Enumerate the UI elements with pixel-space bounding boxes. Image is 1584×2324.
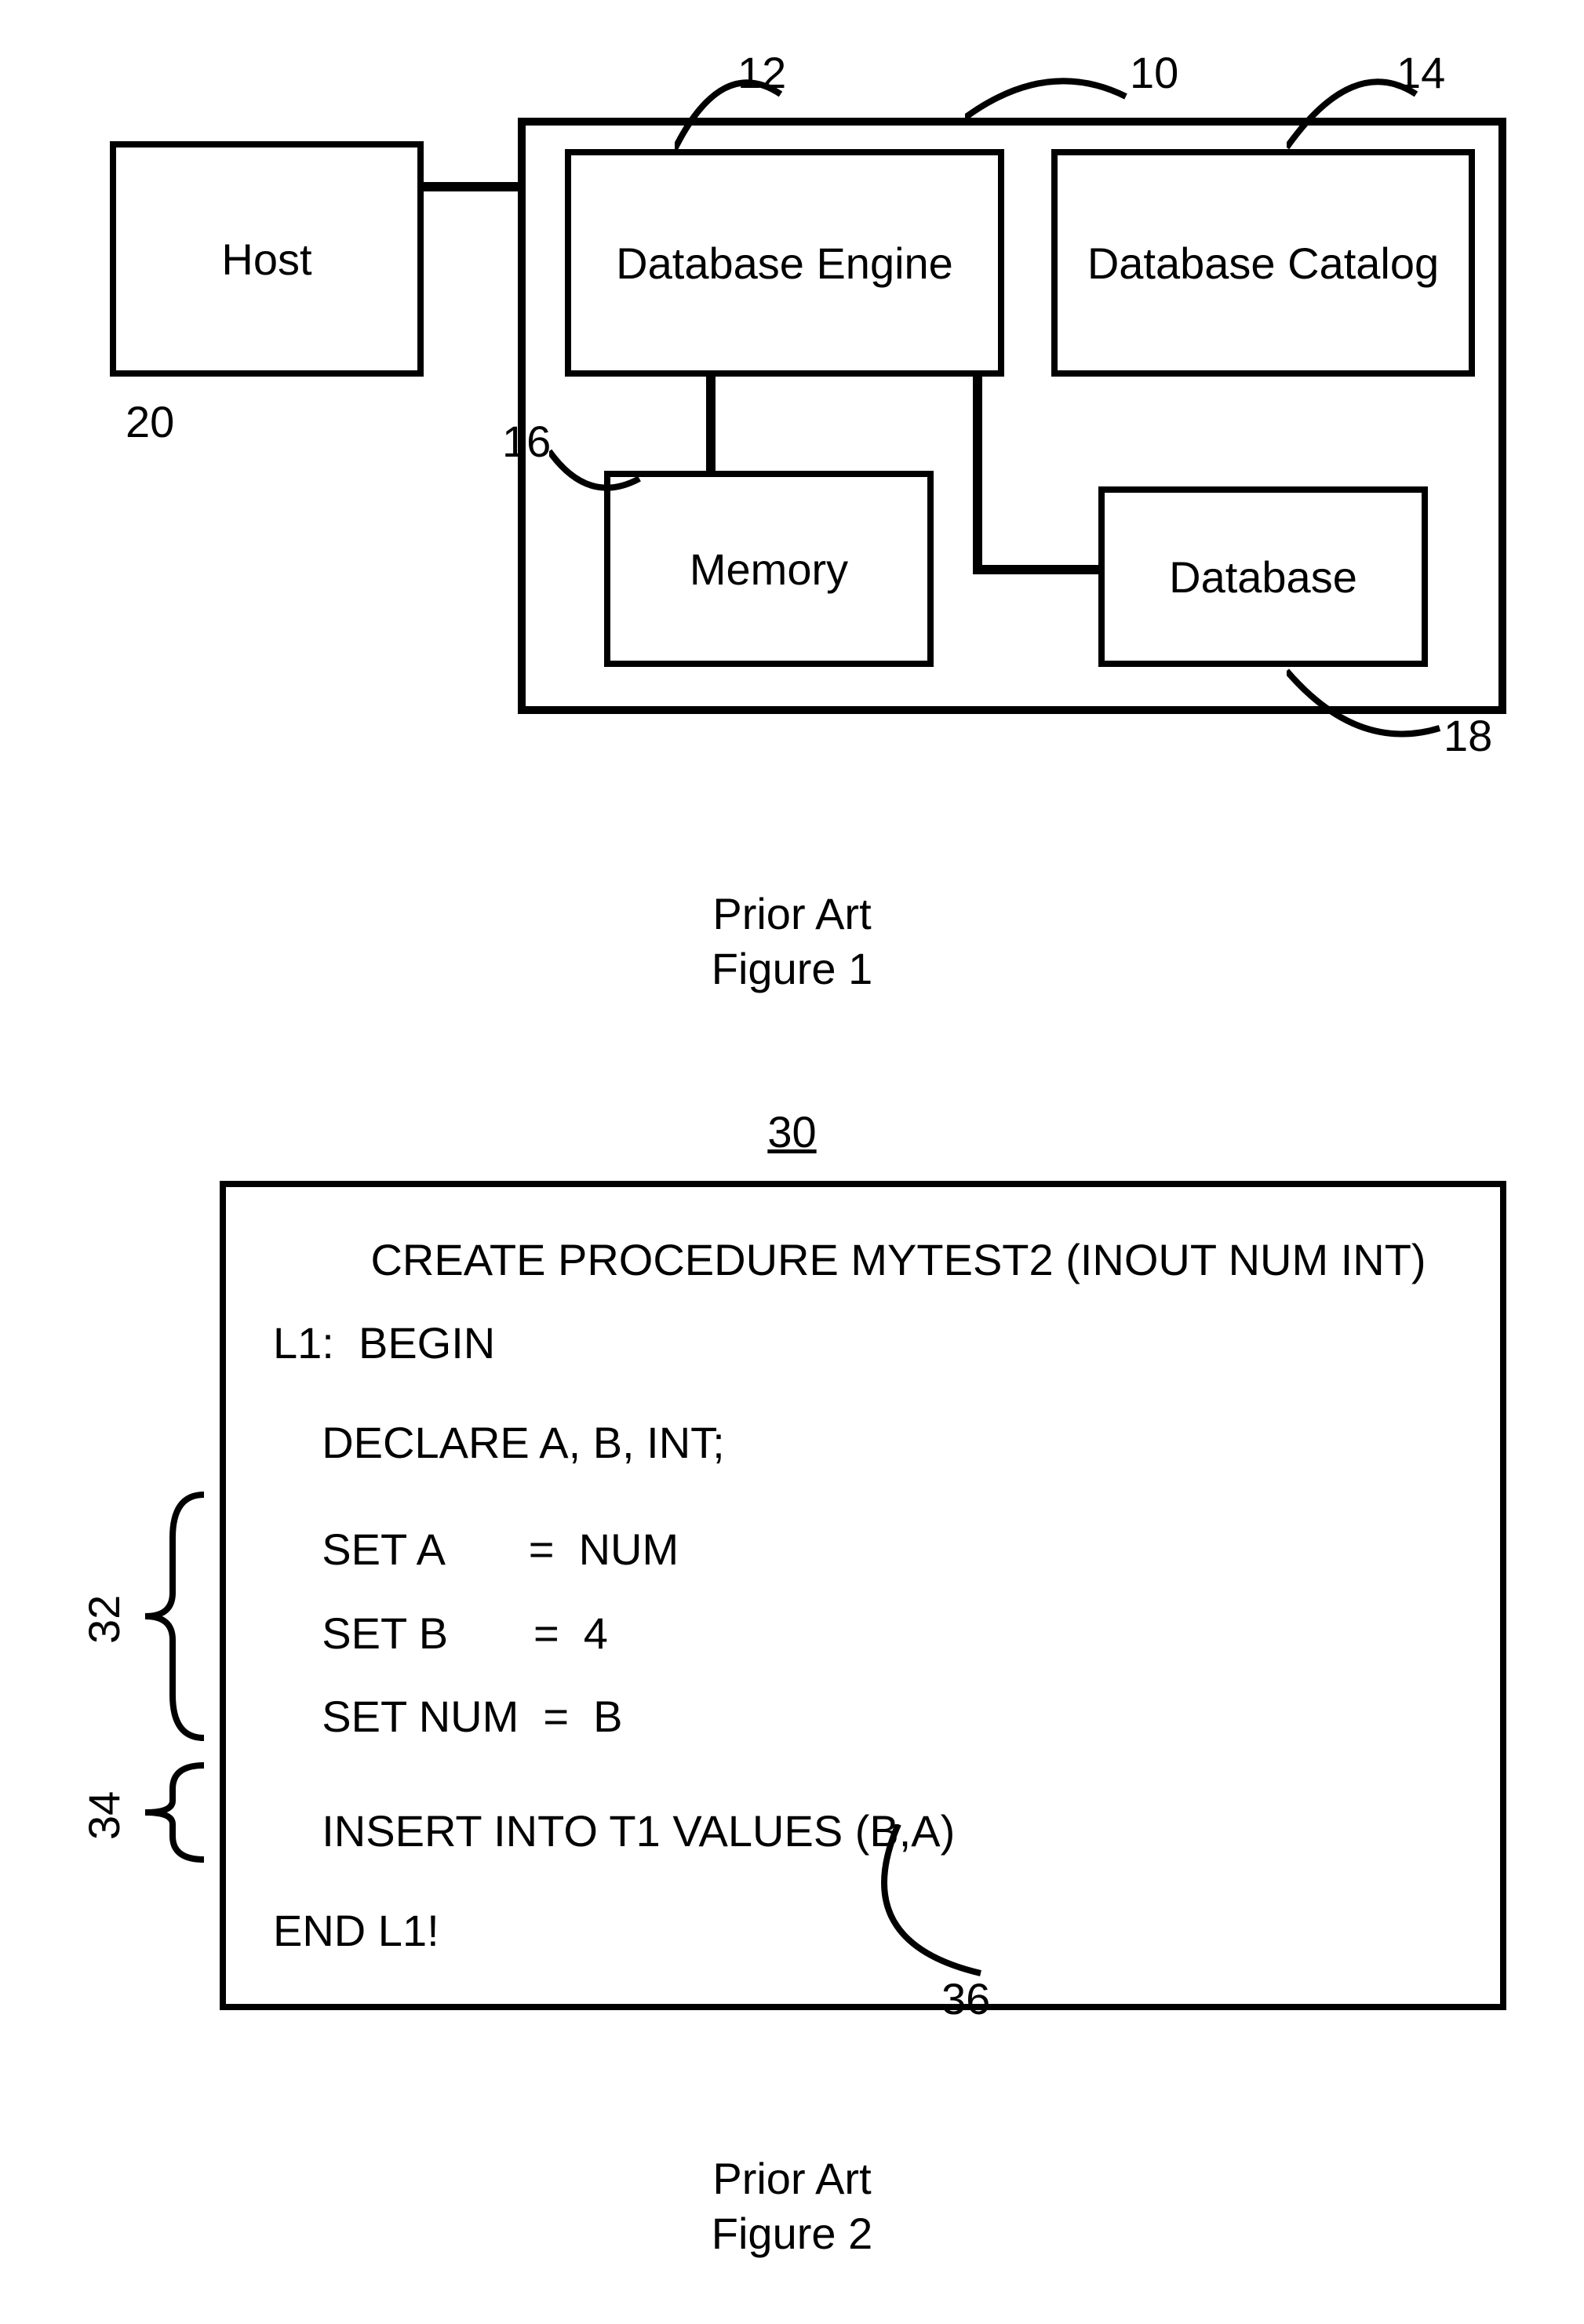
figure-1: Host 20 Database Engine Database Catalog… [63, 47, 1521, 996]
database-box: Database [1098, 486, 1428, 667]
lead-18 [1287, 667, 1444, 753]
brace-34 [141, 1761, 212, 1863]
conn-eng-mem [706, 377, 716, 471]
db-catalog-label: Database Catalog [1087, 238, 1439, 289]
brace-32 [141, 1491, 212, 1742]
code-l1: L1: BEGIN [273, 1302, 1469, 1385]
host-label: Host [221, 234, 311, 285]
fig2-title: 30 [63, 1106, 1521, 1157]
code-l5: SET NUM = B [273, 1675, 1469, 1758]
fig2-prior-art: Prior Art [63, 2151, 1521, 2206]
sidenum-34: 34 [78, 1791, 129, 1840]
database-label: Database [1169, 552, 1357, 603]
lead-14 [1287, 69, 1420, 151]
code-l3: SET A = NUM [273, 1508, 1469, 1591]
db-engine-label: Database Engine [616, 238, 953, 289]
sidenum-32: 32 [78, 1595, 129, 1644]
fig1-figure: Figure 1 [63, 942, 1521, 996]
fig1-prior-art: Prior Art [63, 887, 1521, 942]
code-box: CREATE PROCEDURE MYTEST2 (INOUT NUM INT)… [220, 1181, 1506, 2010]
fig2-caption: Prior Art Figure 2 [63, 2151, 1521, 2261]
fig2-figure: Figure 2 [63, 2206, 1521, 2261]
db-num: 18 [1444, 710, 1492, 761]
fig1-canvas: Host 20 Database Engine Database Catalog… [63, 47, 1521, 879]
lead-36 [871, 1824, 1012, 1981]
figure-2: CREATE PROCEDURE MYTEST2 (INOUT NUM INT)… [63, 1181, 1521, 2261]
memory-label: Memory [690, 544, 848, 595]
lead-16 [549, 435, 643, 506]
lead-10 [965, 69, 1130, 124]
code-l4: SET B = 4 [273, 1592, 1469, 1675]
conn-eng-db-v [973, 377, 982, 573]
fig1-caption: Prior Art Figure 1 [63, 887, 1521, 996]
host-num: 20 [126, 396, 174, 447]
container-num: 10 [1130, 47, 1178, 98]
db-engine-box: Database Engine [565, 149, 1004, 377]
code-l2: DECLARE A, B, INT; [273, 1401, 1469, 1484]
host-box: Host [110, 141, 424, 377]
memory-num: 16 [502, 416, 551, 467]
lead-12 [675, 71, 785, 153]
conn-host-container [424, 182, 526, 191]
conn-eng-db-h [973, 565, 1098, 574]
memory-box: Memory [604, 471, 934, 667]
db-catalog-box: Database Catalog [1051, 149, 1475, 377]
code-l0: CREATE PROCEDURE MYTEST2 (INOUT NUM INT) [273, 1218, 1469, 1302]
